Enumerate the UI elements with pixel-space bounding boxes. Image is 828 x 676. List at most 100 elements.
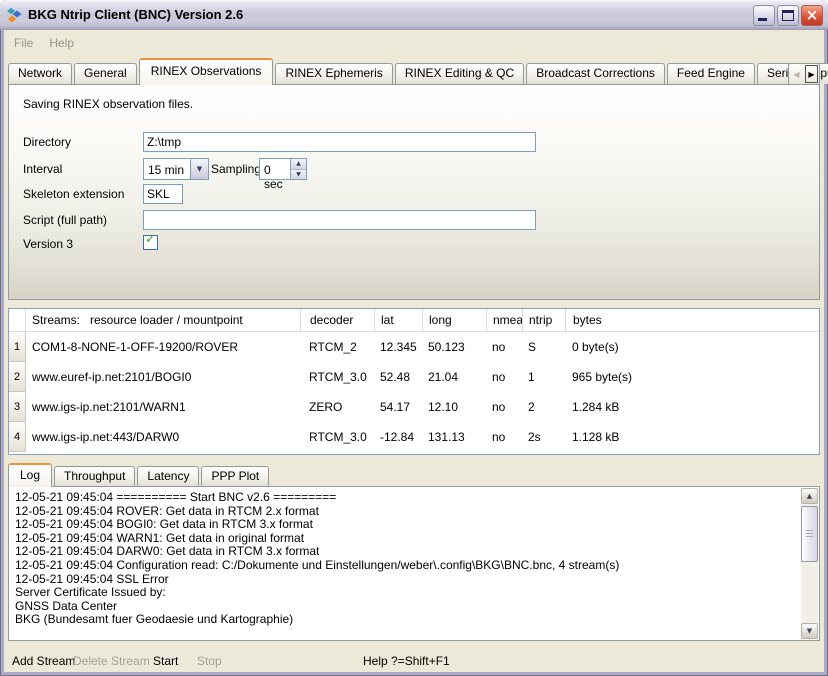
log-line: 12-05-21 09:45:04 ========== Start BNC v… [11, 491, 798, 505]
log-line: 12-05-21 09:45:04 WARN1: Get data in ori… [11, 532, 798, 546]
minimize-button[interactable] [753, 5, 775, 26]
skeleton-extension-label: Skeleton extension [23, 187, 124, 201]
close-button[interactable]: × [801, 5, 823, 26]
stream-row-3[interactable]: 3www.igs-ip.net:2101/WARN1ZERO54.1712.10… [9, 392, 819, 422]
log-text: 12-05-21 09:45:04 ========== Start BNC v… [11, 491, 798, 638]
action-bar: Add StreamDelete StreamStartStopHelp ?=S… [4, 641, 824, 672]
column-header-lat[interactable]: lat [374, 309, 422, 331]
bottom-tab-latency[interactable]: Latency [137, 466, 199, 486]
tab-scroll-right-icon[interactable]: ▶ [804, 64, 819, 84]
add-stream-button[interactable]: Add Stream [12, 654, 75, 668]
scroll-down-icon[interactable]: ▼ [801, 623, 818, 639]
tab-scroll-left-icon[interactable]: ◀ [789, 64, 804, 84]
cell-ntrip: S [522, 332, 565, 362]
help-label: Help ?=Shift+F1 [363, 654, 450, 668]
cell-num: 2 [9, 362, 26, 392]
cell-num: 1 [9, 332, 26, 362]
spin-down-icon[interactable]: ▼ [291, 170, 306, 180]
start-button[interactable]: Start [153, 654, 178, 668]
column-header-bytes[interactable]: bytes [565, 309, 819, 331]
stream-row-1[interactable]: 1COM1-8-NONE-1-OFF-19200/ROVERRTCM_212.3… [9, 332, 819, 362]
tab-feed-engine[interactable]: Feed Engine [667, 63, 755, 84]
maximize-button[interactable] [777, 5, 799, 26]
streams-table: Streams: resource loader / mountpointdec… [8, 308, 820, 455]
log-line: 12-05-21 09:45:04 ROVER: Get data in RTC… [11, 505, 798, 519]
cell-mountpoint: www.igs-ip.net:2101/WARN1 [26, 392, 300, 422]
directory-label: Directory [23, 135, 71, 149]
sampling-spinner[interactable]: 0 sec ▲ ▼ [259, 158, 307, 180]
log-line: 12-05-21 09:45:04 SSL Error [11, 573, 798, 587]
cell-lat: -12.84 [374, 422, 422, 452]
tab-broadcast-corrections[interactable]: Broadcast Corrections [526, 63, 665, 84]
skeleton-extension-input[interactable] [143, 184, 183, 204]
client-area: File Help NetworkGeneralRINEX Observation… [4, 30, 824, 672]
table-header-row: Streams: resource loader / mountpointdec… [9, 309, 819, 332]
tab-general[interactable]: General [74, 63, 137, 84]
log-view: 12-05-21 09:45:04 ========== Start BNC v… [8, 486, 820, 641]
cell-mountpoint: COM1-8-NONE-1-OFF-19200/ROVER [26, 332, 300, 362]
log-line: 12-05-21 09:45:04 DARW0: Get data in RTC… [11, 545, 798, 559]
column-header-long[interactable]: long [422, 309, 486, 331]
panel-description: Saving RINEX observation files. [23, 97, 193, 111]
tab-rinex-observations[interactable]: RINEX Observations [139, 58, 274, 85]
chevron-down-icon[interactable]: ▼ [190, 159, 208, 179]
directory-input[interactable] [143, 132, 536, 152]
log-line: BKG (Bundesamt fuer Geodaesie und Kartog… [11, 613, 798, 627]
tab-network[interactable]: Network [8, 63, 72, 84]
menubar: File Help [4, 30, 824, 54]
minimize-icon [758, 18, 767, 21]
stream-row-2[interactable]: 2www.euref-ip.net:2101/BOGI0RTCM_3.052.4… [9, 362, 819, 392]
spin-up-icon[interactable]: ▲ [291, 159, 306, 170]
cell-num: 3 [9, 392, 26, 422]
cell-bytes: 1.284 kB [565, 392, 819, 422]
cell-bytes: 1.128 kB [565, 422, 819, 452]
cell-lat: 54.17 [374, 392, 422, 422]
column-header-num[interactable] [9, 309, 26, 331]
column-header-ntrip[interactable]: ntrip [522, 309, 565, 331]
log-scrollbar[interactable]: ▲ ▼ [801, 488, 818, 639]
rinex-observations-panel: Saving RINEX observation files. Director… [8, 84, 820, 300]
menu-file[interactable]: File [14, 36, 33, 50]
bottom-tab-ppp-plot[interactable]: PPP Plot [201, 466, 269, 486]
cell-ntrip: 2s [522, 422, 565, 452]
tab-rinex-ephemeris[interactable]: RINEX Ephemeris [275, 63, 392, 84]
titlebar[interactable]: BKG Ntrip Client (BNC) Version 2.6 × [0, 0, 828, 30]
cell-long: 21.04 [422, 362, 486, 392]
scroll-up-icon[interactable]: ▲ [801, 488, 818, 504]
cell-lat: 12.345 [374, 332, 422, 362]
spinner-buttons: ▲ ▼ [290, 159, 306, 179]
sampling-value: 0 sec [260, 159, 290, 179]
cell-nmea: no [486, 362, 522, 392]
maximize-icon [782, 10, 794, 21]
version3-label: Version 3 [23, 237, 73, 251]
interval-select[interactable]: 15 min ▼ [143, 158, 209, 180]
column-header-decoder[interactable]: decoder [300, 309, 374, 331]
thumb-grip-icon [806, 530, 813, 538]
cell-ntrip: 1 [522, 362, 565, 392]
cell-nmea: no [486, 422, 522, 452]
column-header-mountpoint[interactable]: Streams: resource loader / mountpoint [26, 309, 300, 331]
log-line: Server Certificate Issued by: [11, 586, 798, 600]
column-header-nmea[interactable]: nmea [486, 309, 522, 331]
cell-decoder: RTCM_3.0 [300, 362, 374, 392]
bottom-tab-log[interactable]: Log [8, 463, 52, 487]
cell-bytes: 0 byte(s) [565, 332, 819, 362]
bottom-tab-throughput[interactable]: Throughput [54, 466, 135, 486]
scrollbar-thumb[interactable] [801, 506, 818, 562]
tab-scroll-buttons: ◀ ▶ [788, 63, 820, 84]
version3-checkbox[interactable]: ✓ [143, 235, 158, 250]
cell-long: 12.10 [422, 392, 486, 422]
cell-decoder: RTCM_3.0 [300, 422, 374, 452]
log-line: GNSS Data Center [11, 600, 798, 614]
app-icon [7, 7, 23, 23]
menu-help[interactable]: Help [49, 36, 74, 50]
cell-long: 50.123 [422, 332, 486, 362]
window-title: BKG Ntrip Client (BNC) Version 2.6 [28, 7, 753, 23]
sampling-label: Sampling [211, 162, 261, 176]
stream-row-4[interactable]: 4www.igs-ip.net:443/DARW0RTCM_3.0-12.841… [9, 422, 819, 452]
tab-rinex-editing-qc[interactable]: RINEX Editing & QC [395, 63, 524, 84]
script-path-input[interactable] [143, 210, 536, 230]
script-path-label: Script (full path) [23, 213, 107, 227]
cell-nmea: no [486, 332, 522, 362]
app-window: BKG Ntrip Client (BNC) Version 2.6 × Fil… [0, 0, 828, 676]
